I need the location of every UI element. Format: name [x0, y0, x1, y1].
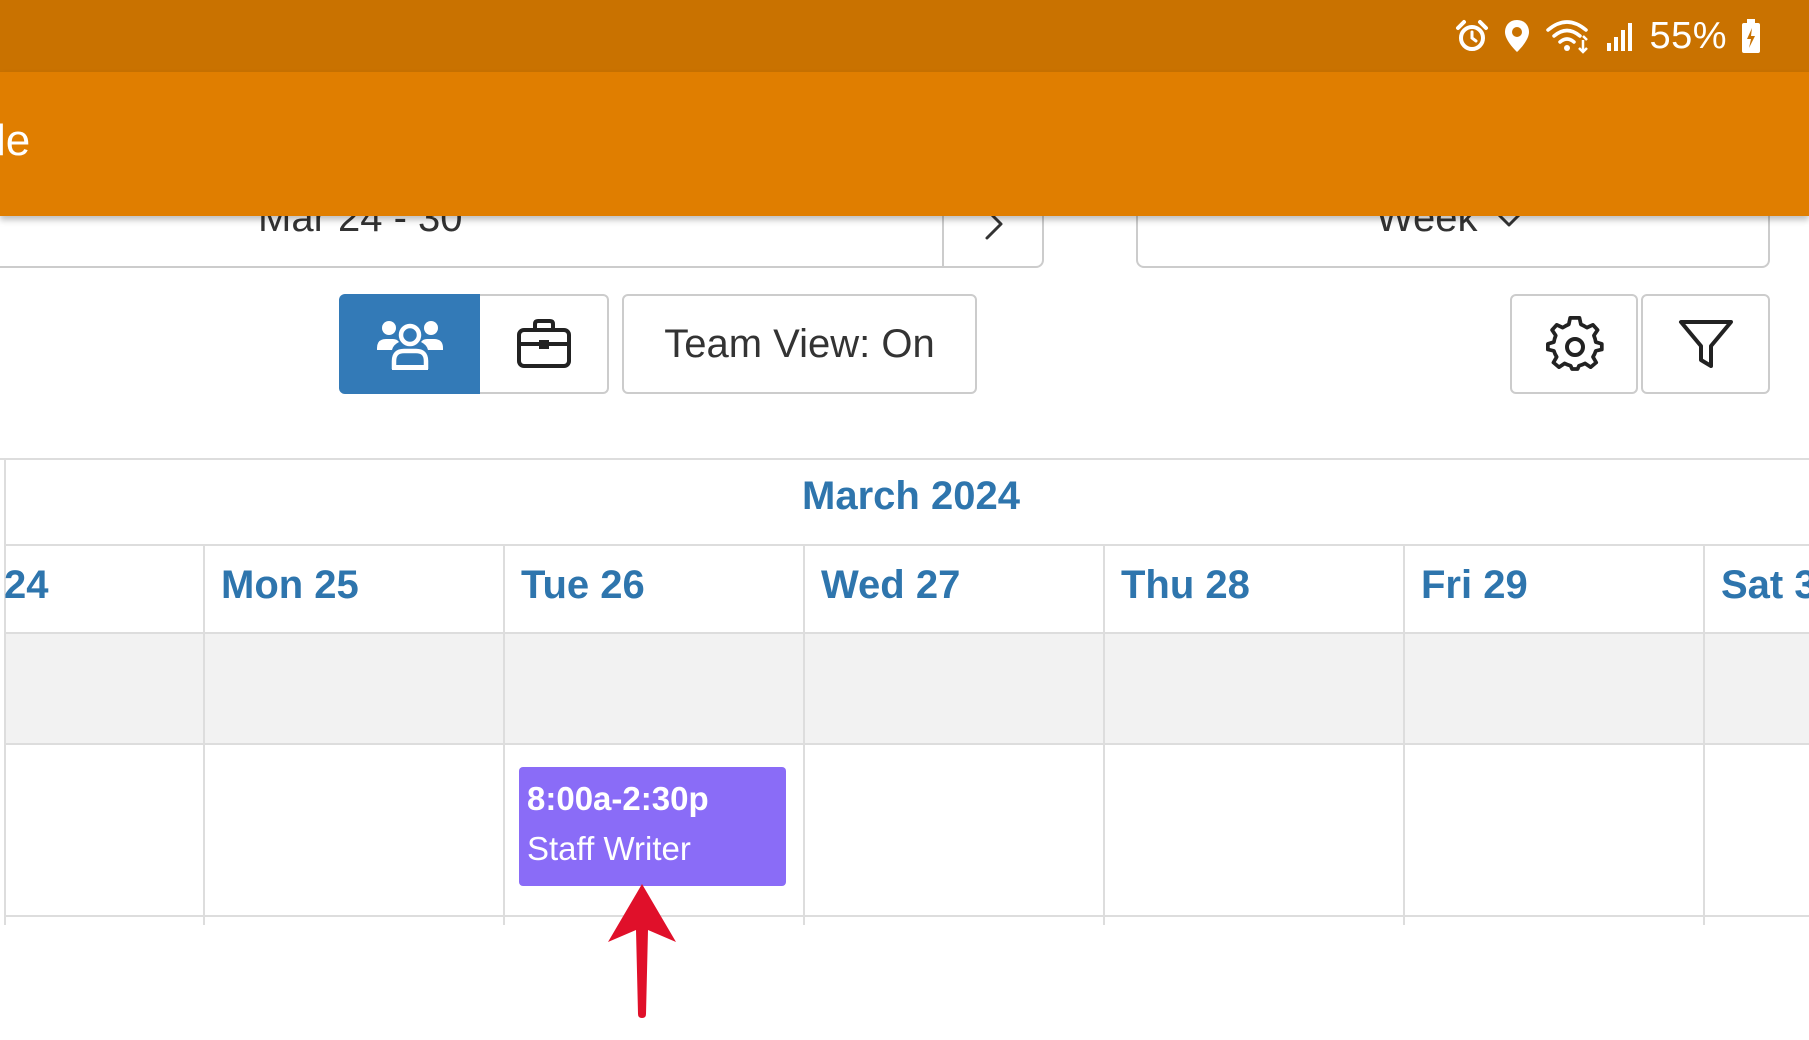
- day-header-sun: 24: [4, 563, 49, 607]
- signal-icon: [1607, 23, 1633, 51]
- day-header-wed: Wed 27: [821, 563, 961, 607]
- alarm-icon: [1456, 20, 1489, 51]
- gear-icon: [1546, 316, 1604, 371]
- people-icon: [377, 321, 443, 370]
- annotation-arrow-icon: [608, 884, 676, 1018]
- shift-time: 8:00a-2:30p: [527, 780, 709, 817]
- location-icon: [1505, 20, 1530, 52]
- day-header-tue: Tue 26: [521, 563, 645, 607]
- app-bar: le: [0, 72, 1809, 216]
- shift-role: Staff Writer: [527, 830, 691, 867]
- grid-column-line: [1403, 546, 1405, 925]
- all-day-row: [6, 634, 1809, 744]
- day-header-fri: Fri 29: [1421, 563, 1528, 607]
- grid-column-line: [1103, 546, 1105, 925]
- filter-icon: [1679, 320, 1733, 368]
- people-view-button[interactable]: [339, 294, 481, 394]
- battery-percent: 55%: [1649, 14, 1727, 57]
- wifi-icon: [1546, 20, 1589, 54]
- app-bar-title: le: [0, 116, 31, 165]
- job-view-button[interactable]: [480, 294, 609, 394]
- team-view-toggle[interactable]: Team View: On: [622, 294, 977, 394]
- day-header-thu: Thu 28: [1121, 563, 1250, 607]
- day-header-sat: Sat 30: [1721, 563, 1809, 607]
- day-header-sat-clip: Sat 30: [1705, 546, 1809, 632]
- grid-line: [4, 915, 1809, 917]
- day-header-mon: Mon 25: [221, 563, 359, 607]
- status-bar: 55%: [0, 0, 1809, 72]
- month-title: March 2024: [802, 474, 1020, 518]
- calendar-top-border: [0, 458, 1809, 460]
- grid-line: [4, 544, 1809, 546]
- status-icons: 55%: [1455, 14, 1761, 58]
- grid-column-line: [503, 546, 505, 925]
- settings-button[interactable]: [1510, 294, 1638, 394]
- grid-column-line: [803, 546, 805, 925]
- shift-block[interactable]: 8:00a-2:30p Staff Writer: [519, 767, 786, 886]
- grid-line: [4, 743, 1809, 745]
- filter-button[interactable]: [1641, 294, 1770, 394]
- briefcase-icon: [517, 319, 571, 368]
- grid-column-line: [203, 546, 205, 925]
- battery-charging-icon: [1742, 19, 1760, 53]
- grid-line: [4, 632, 1809, 634]
